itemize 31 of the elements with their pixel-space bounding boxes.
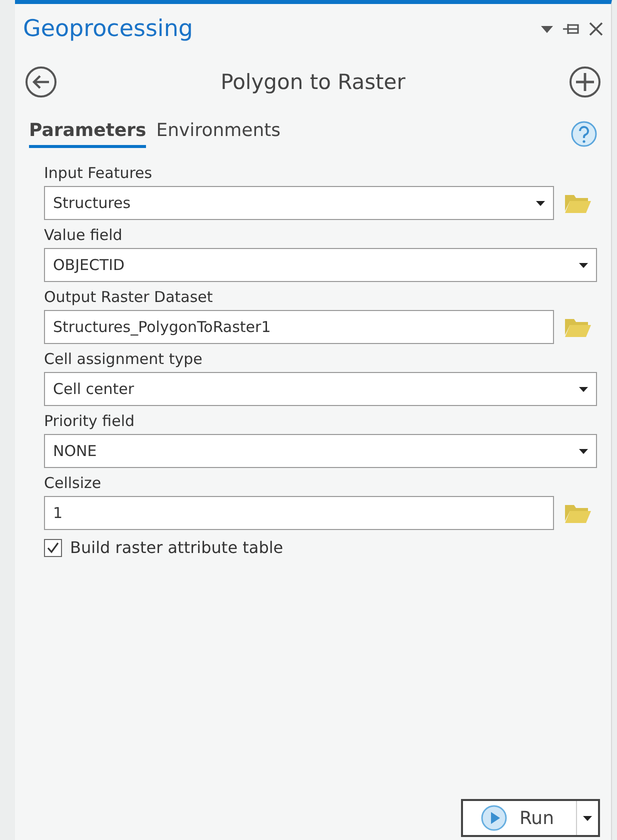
pane-title: Geoprocessing — [23, 16, 194, 42]
field-label: Value field — [44, 226, 124, 246]
dropdown-field[interactable]: NONE — [44, 434, 597, 468]
caret-icon — [579, 386, 588, 392]
dropdown-field[interactable]: Cell center — [44, 372, 597, 406]
caret-icon — [579, 448, 588, 454]
field-label: Cellsize — [44, 474, 102, 494]
caret-icon — [579, 262, 588, 268]
dropdown-field[interactable]: Structures — [44, 186, 554, 220]
caret-icon — [536, 200, 545, 206]
add-icon[interactable] — [569, 66, 601, 98]
checkbox[interactable] — [44, 538, 62, 556]
input-field[interactable]: Structures_PolygonToRaster1 — [44, 310, 554, 344]
dropdown-field[interactable]: OBJECTID — [44, 248, 597, 282]
caret-icon — [583, 816, 592, 820]
play-icon — [481, 805, 508, 831]
caret-icon[interactable] — [541, 26, 553, 32]
field-label: Priority field — [44, 412, 136, 432]
input-field[interactable]: 1 — [44, 496, 554, 530]
back-icon[interactable] — [25, 66, 57, 98]
help-icon[interactable] — [571, 121, 597, 147]
field-label: Input Features — [44, 164, 154, 184]
tab[interactable]: Parameters — [29, 120, 146, 148]
tab[interactable]: Environments — [156, 120, 281, 148]
field-label: Output Raster Dataset — [44, 288, 214, 308]
close-icon[interactable] — [589, 22, 603, 36]
run-button[interactable]: Run — [461, 799, 600, 837]
pin-icon[interactable] — [563, 23, 579, 35]
field-label: Cell assignment type — [44, 350, 204, 370]
tool-title: Polygon to Raster — [220, 70, 406, 94]
checkbox-label: Build raster attribute table — [70, 538, 284, 557]
